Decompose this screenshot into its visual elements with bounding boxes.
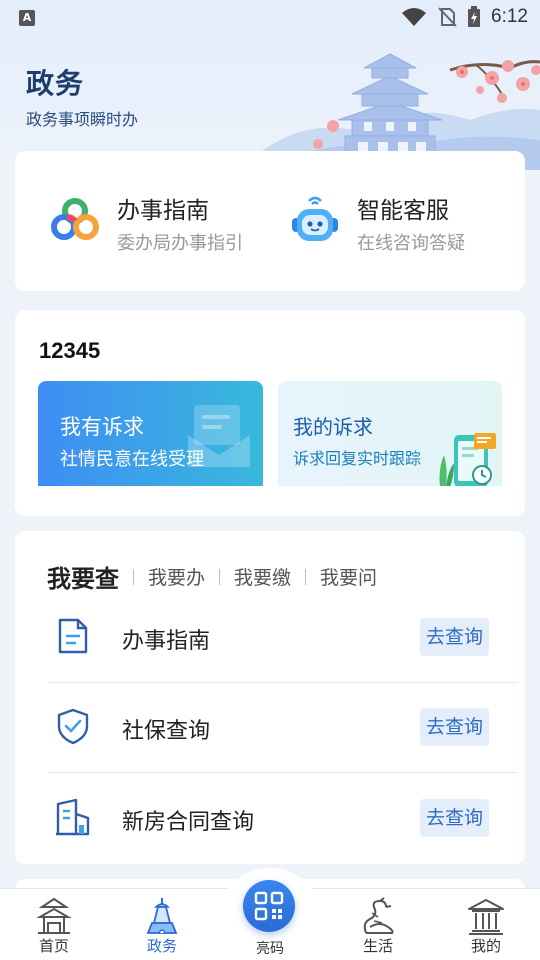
tab-handle[interactable]: 我要办 bbox=[148, 563, 205, 590]
query-button[interactable]: 去查询 bbox=[420, 799, 489, 837]
list-item-label: 新房合同查询 bbox=[122, 810, 255, 835]
tab-pay[interactable]: 我要缴 bbox=[234, 563, 291, 590]
divider bbox=[48, 772, 518, 773]
hotline-card: 12345 我有诉求 社情民意在线受理 我的诉求 诉求回复实时跟踪 bbox=[15, 310, 525, 516]
battery-charging-icon bbox=[468, 6, 481, 27]
status-time: 6:12 bbox=[491, 6, 528, 27]
tab-label: 我的 bbox=[470, 937, 501, 955]
tab-mine[interactable]: 我的 bbox=[432, 889, 540, 960]
building-icon bbox=[56, 798, 90, 836]
my-appeals-desc: 诉求回复实时跟踪 bbox=[293, 449, 422, 468]
notification-indicator: A bbox=[19, 10, 35, 26]
tab-home[interactable]: 首页 bbox=[0, 889, 108, 960]
hotline-title: 12345 bbox=[39, 338, 101, 363]
my-appeals-tile[interactable]: 我的诉求 诉求回复实时跟踪 bbox=[278, 381, 502, 486]
qr-code-icon bbox=[254, 891, 284, 921]
submit-appeal-tile[interactable]: 我有诉求 社情民意在线受理 bbox=[38, 381, 263, 486]
quick-services-card: 办事指南 委办局办事指引 智能客服 在线咨询答疑 bbox=[15, 151, 525, 291]
tab-query[interactable]: 我要查 bbox=[47, 559, 119, 594]
service-ai-support-title: 智能客服 bbox=[357, 198, 449, 224]
page-subtitle: 政务事项瞬时办 bbox=[26, 110, 139, 129]
tab-separator bbox=[305, 568, 307, 585]
rings-logo-icon bbox=[51, 198, 99, 240]
my-appeals-title: 我的诉求 bbox=[293, 415, 373, 439]
list-item-house-contract[interactable]: 新房合同查询 去查询 bbox=[48, 774, 518, 864]
tab-government[interactable]: 政务 bbox=[108, 889, 216, 960]
tab-separator bbox=[133, 568, 134, 585]
header-banner: A 6:12 政务 政务事项瞬时办 bbox=[0, 0, 540, 170]
tab-show-code[interactable] bbox=[243, 880, 295, 932]
tab-show-code-label: 亮码 bbox=[256, 941, 284, 957]
tower-icon bbox=[146, 898, 178, 934]
wifi-icon bbox=[402, 8, 427, 26]
temple-icon bbox=[468, 899, 504, 935]
no-sim-icon bbox=[438, 7, 457, 27]
document-icon bbox=[58, 618, 88, 654]
list-item-guide[interactable]: 办事指南 去查询 bbox=[48, 593, 518, 683]
tab-life[interactable]: 生活 bbox=[324, 889, 432, 960]
list-item-label: 社保查询 bbox=[122, 719, 211, 744]
phone-tracking-icon bbox=[439, 433, 496, 486]
pavilion-icon bbox=[36, 897, 72, 934]
submit-appeal-title: 我有诉求 bbox=[60, 415, 144, 439]
query-card: 我要查 我要办 我要缴 我要问 办事指南 去查询 社保查询 去查询 新房合同查询… bbox=[15, 531, 525, 864]
service-ai-support-desc: 在线咨询答疑 bbox=[357, 233, 465, 254]
list-item-social-security[interactable]: 社保查询 去查询 bbox=[48, 683, 518, 773]
status-bar: A 6:12 bbox=[0, 0, 540, 36]
service-guide-title: 办事指南 bbox=[117, 198, 209, 224]
tab-separator bbox=[219, 568, 221, 585]
query-button[interactable]: 去查询 bbox=[420, 618, 489, 656]
query-tabs: 我要查 我要办 我要缴 我要问 bbox=[47, 559, 377, 594]
service-guide-desc: 委办局办事指引 bbox=[117, 233, 243, 254]
list-item-label: 办事指南 bbox=[122, 629, 211, 654]
shield-check-icon bbox=[57, 708, 89, 745]
dragon-icon bbox=[363, 897, 394, 934]
query-button[interactable]: 去查询 bbox=[420, 708, 489, 746]
robot-icon bbox=[292, 196, 338, 241]
tab-label: 生活 bbox=[362, 937, 393, 955]
tab-label: 首页 bbox=[38, 937, 69, 955]
page-title: 政务 bbox=[26, 67, 85, 100]
tab-ask[interactable]: 我要问 bbox=[320, 563, 377, 590]
tab-label: 政务 bbox=[146, 937, 177, 955]
submit-appeal-desc: 社情民意在线受理 bbox=[60, 449, 204, 470]
